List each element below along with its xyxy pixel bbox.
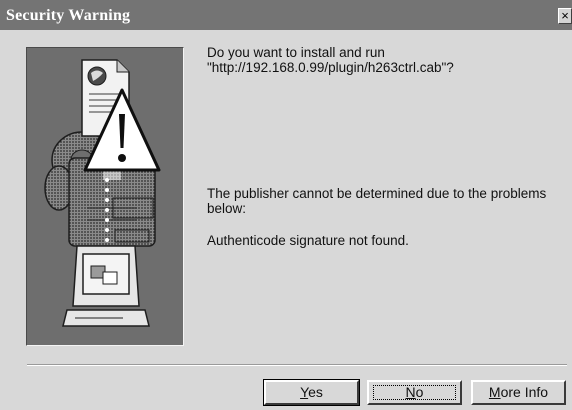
title-bar[interactable]: Security Warning × <box>0 0 572 30</box>
more-info-mnemonic: M <box>488 384 501 400</box>
close-icon: × <box>561 8 569 23</box>
install-question-line1: Do you want to install and run <box>207 45 385 60</box>
focus-rectangle <box>373 385 456 400</box>
computer-icon <box>62 245 150 327</box>
install-question: Do you want to install and run "http://1… <box>207 45 557 75</box>
publisher-message: The publisher cannot be determined due t… <box>207 186 547 216</box>
illustration-graphic <box>44 59 161 327</box>
button-separator <box>27 364 567 366</box>
dialog-title: Security Warning <box>6 7 131 24</box>
no-button[interactable]: No <box>367 380 462 405</box>
yes-label-rest: es <box>308 384 323 400</box>
more-info-label-rest: ore Info <box>500 384 549 400</box>
security-warning-dialog: Security Warning × Do you want to instal… <box>0 0 572 410</box>
yes-mnemonic: Y <box>300 384 309 400</box>
authenticode-reason: Authenticode signature not found. <box>207 233 409 248</box>
yes-button[interactable]: Yes <box>263 379 360 406</box>
close-button[interactable]: × <box>558 8 572 24</box>
more-info-button[interactable]: More Info <box>471 380 566 405</box>
security-illustration-panel <box>26 47 184 346</box>
install-url: "http://192.168.0.99/plugin/h263ctrl.cab… <box>207 60 454 75</box>
